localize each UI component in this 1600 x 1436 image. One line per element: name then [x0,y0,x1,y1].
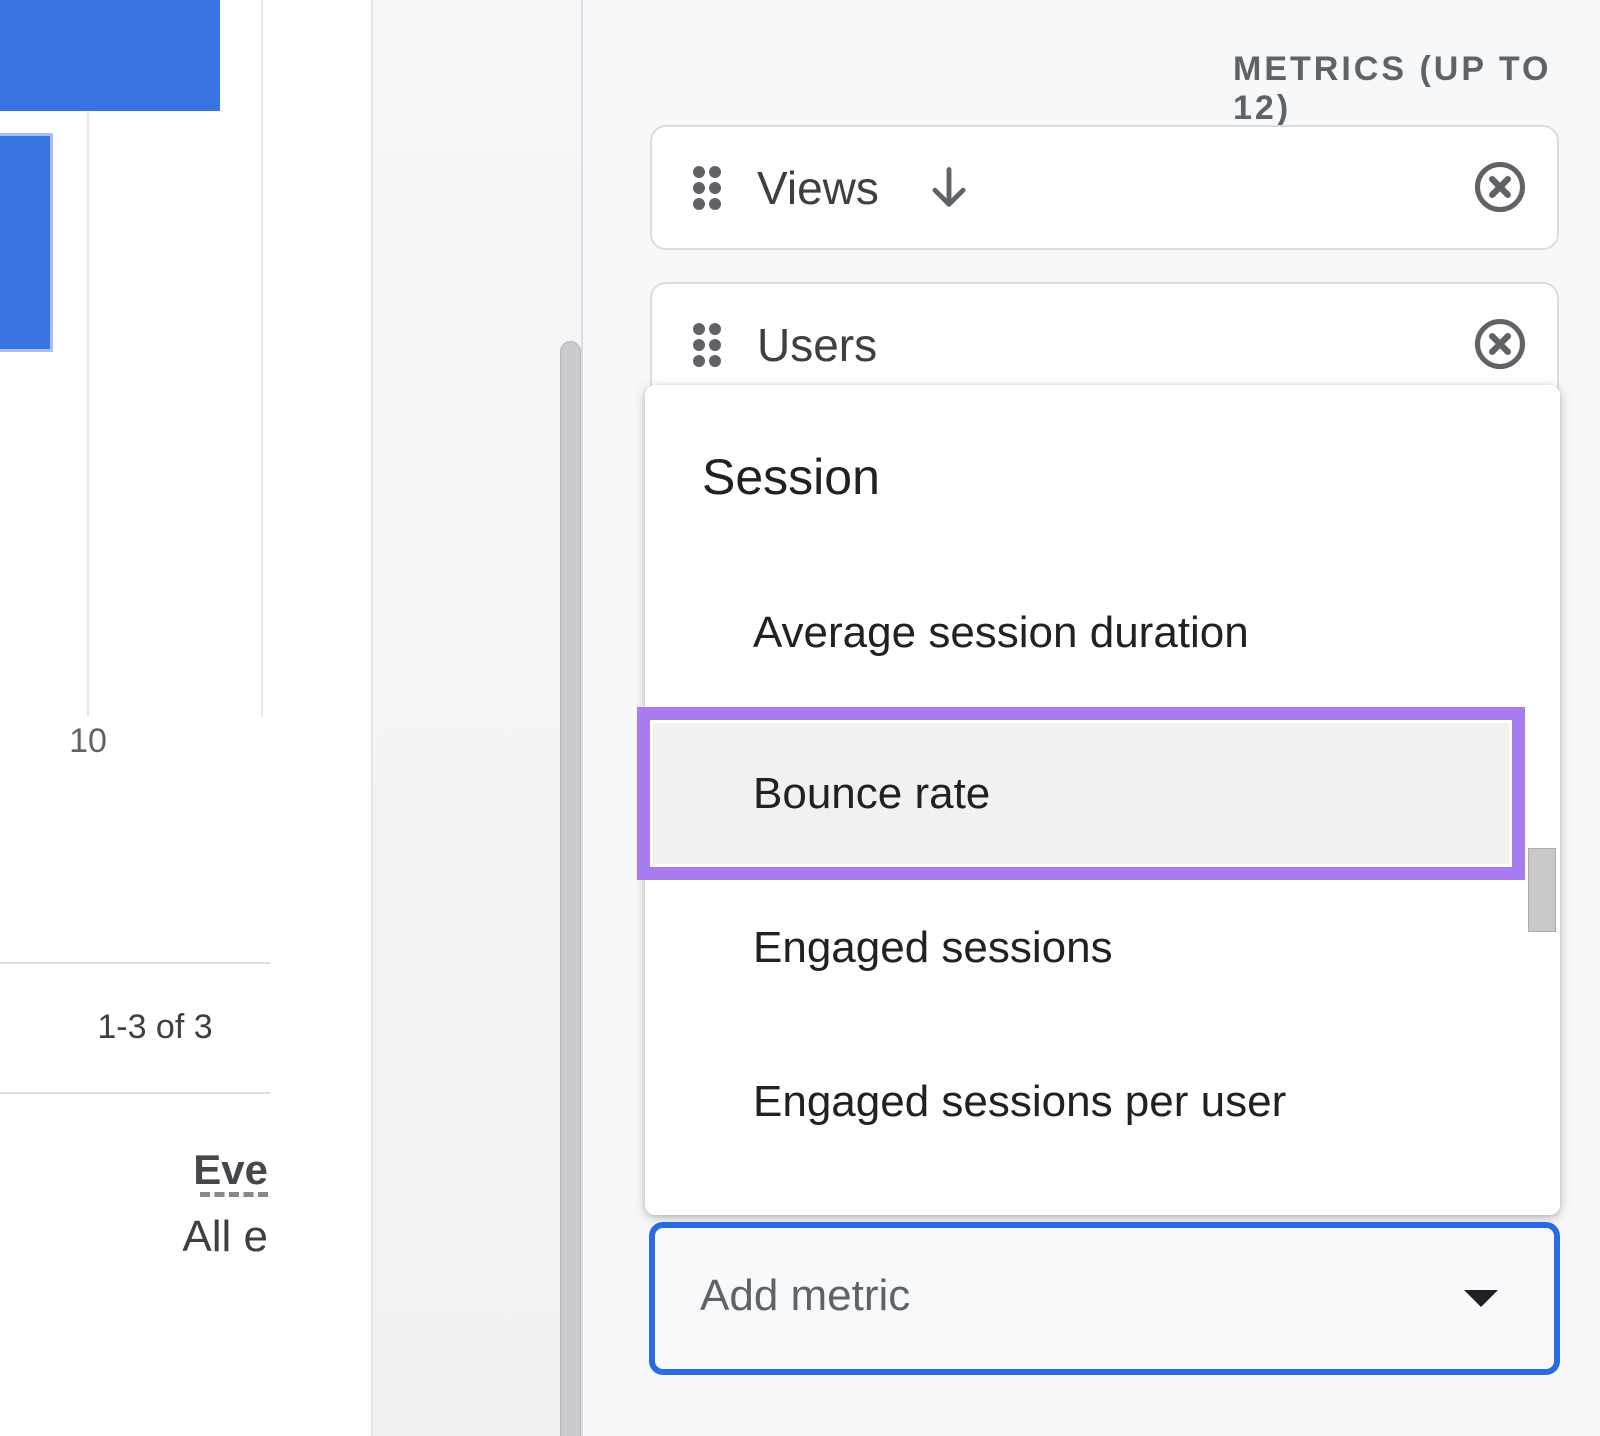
drag-handle-icon[interactable] [693,323,721,367]
x-axis-tick-label: 10 [48,722,128,761]
metric-card-views[interactable]: Views [650,125,1559,250]
table-pagination: 1-3 of 3 [40,1008,270,1047]
remove-metric-button[interactable] [1473,160,1527,214]
dropdown-option-bounce-rate[interactable]: Bounce rate [753,723,1509,864]
metric-card-label: Users [757,318,877,372]
drag-handle-icon[interactable] [693,166,721,210]
add-metric-placeholder: Add metric [700,1228,910,1363]
dropdown-scrollbar-thumb[interactable] [1528,848,1556,932]
metrics-panel-heading: METRICS (UP TO 12) [1233,50,1600,128]
ga4-customize-report-screen: 10 1-3 of 3 Eve All e METRICS (UP TO 12)… [0,0,1600,1436]
close-circle-icon [1473,317,1527,371]
content-gutter [371,0,583,1436]
divider [0,962,270,964]
sort-descending-arrow-icon[interactable] [923,162,975,214]
dropdown-option-average-session-duration[interactable]: Average session duration [753,603,1249,663]
main-scrollbar-thumb[interactable] [560,341,581,1436]
dropdown-caret-icon [1464,1290,1498,1307]
chart-gridline [261,0,263,717]
add-metric-select[interactable]: Add metric [649,1222,1560,1375]
dropdown-option-hover-background: Bounce rate [653,723,1509,864]
divider [0,1092,270,1094]
table-column-header[interactable]: Eve [0,1146,268,1194]
chart-bar[interactable] [0,133,53,352]
table-row-label: All e [0,1212,268,1262]
bounce-rate-highlight-box: Bounce rate [637,707,1525,880]
metric-card-label: Views [757,161,879,215]
dropdown-option-engaged-sessions[interactable]: Engaged sessions [753,918,1113,978]
dropdown-option-engaged-sessions-per-user[interactable]: Engaged sessions per user [753,1072,1286,1132]
close-circle-icon [1473,160,1527,214]
column-header-dashed-underline [200,1192,268,1197]
chart-bar[interactable] [0,0,220,111]
report-chart-card: 10 1-3 of 3 Eve All e [0,0,371,1436]
dropdown-group-header: Session [702,448,880,506]
remove-metric-button[interactable] [1473,317,1527,371]
